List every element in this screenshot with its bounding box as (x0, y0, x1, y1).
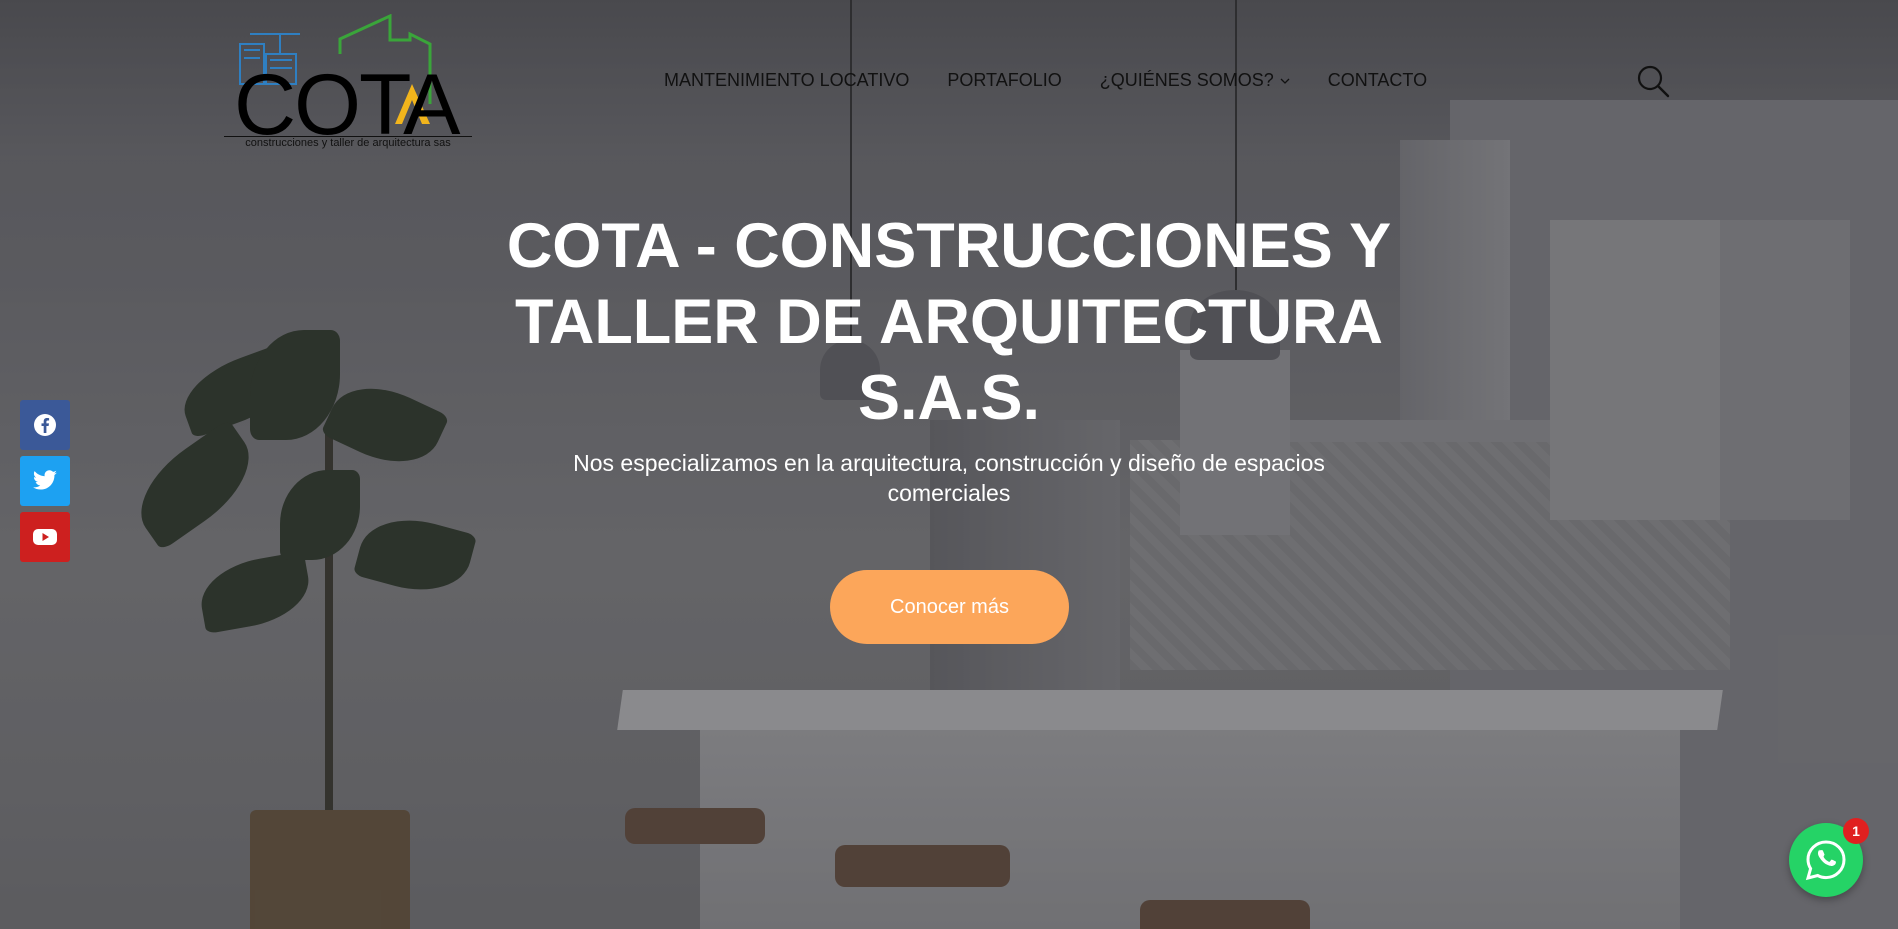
chevron-down-icon (1280, 78, 1290, 84)
site-header: COTA construcciones y taller de arquitec… (0, 0, 1898, 160)
social-sidebar (20, 400, 70, 562)
twitter-icon (33, 470, 57, 490)
nav-item-label: PORTAFOLIO (947, 70, 1062, 90)
conocer-mas-button[interactable]: Conocer más (830, 570, 1069, 644)
nav-item-contacto[interactable]: CONTACTO (1328, 70, 1427, 91)
youtube-icon (33, 529, 57, 545)
nav-item-label: CONTACTO (1327, 70, 1428, 90)
youtube-button[interactable] (20, 512, 70, 562)
logo[interactable]: COTA construcciones y taller de arquitec… (220, 14, 476, 152)
hero-title: COTA - CONSTRUCCIONES Y TALLER DE ARQUIT… (506, 211, 1392, 433)
main-nav: MANTENIMIENTO LOCATIVO PORTAFOLIO ¿QUIÉN… (664, 70, 1427, 91)
twitter-button[interactable] (20, 456, 70, 506)
nav-item-portafolio[interactable]: PORTAFOLIO (947, 70, 1061, 91)
facebook-button[interactable] (20, 400, 70, 450)
logo-tagline: construcciones y taller de arquitectura … (224, 136, 472, 149)
hero-section: COTA construcciones y taller de arquitec… (0, 0, 1898, 929)
nav-item-mantenimiento[interactable]: MANTENIMIENTO LOCATIVO (664, 70, 909, 91)
search-icon (1637, 65, 1670, 98)
nav-item-label: ¿QUIÉNES SOMOS? (1099, 70, 1274, 90)
facebook-icon (34, 414, 56, 436)
nav-item-label: MANTENIMIENTO LOCATIVO (664, 70, 910, 90)
hero-subtitle: Nos especializamos en la arquitectura, c… (573, 450, 1325, 506)
whatsapp-icon (1805, 840, 1846, 881)
notification-badge: 1 (1843, 818, 1869, 844)
search-button[interactable] (1636, 64, 1670, 98)
nav-item-quienes-somos[interactable]: ¿QUIÉNES SOMOS? (1100, 70, 1290, 91)
